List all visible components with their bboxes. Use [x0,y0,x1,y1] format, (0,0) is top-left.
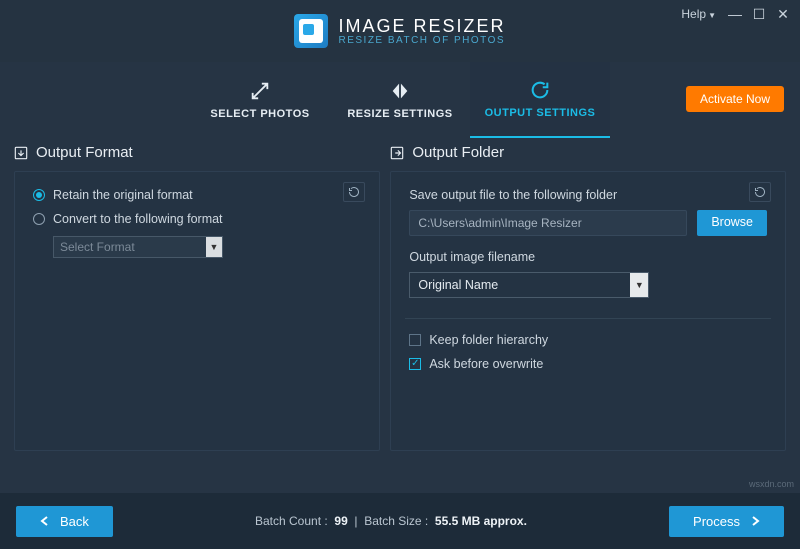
app-title: IMAGE RESIZER [338,16,505,37]
step-tabs: SELECT PHOTOS RESIZE SETTINGS OUTPUT SET… [0,62,800,138]
tab-label: RESIZE SETTINGS [347,108,452,120]
count-value: 99 [334,514,347,528]
format-select[interactable]: Select Format ▼ [53,236,223,258]
output-folder-section: Output Folder Save output file to the fo… [390,142,786,451]
expand-icon [249,80,271,102]
size-label: Batch Size : [364,514,428,528]
radio-icon [33,213,45,225]
panel-title: Output Format [36,144,133,161]
chevron-left-icon [40,516,50,526]
filename-select[interactable]: Original Name ▼ [409,272,649,298]
help-label: Help [681,7,706,21]
back-button[interactable]: Back [16,506,113,537]
checkbox-label: Ask before overwrite [429,357,543,371]
browse-label: Browse [711,215,753,229]
divider [405,318,771,319]
chevron-down-icon: ▼ [708,11,716,20]
panel-heading: Output Folder [390,142,786,171]
browse-button[interactable]: Browse [697,210,767,236]
radio-icon [33,189,45,201]
radio-convert-format[interactable]: Convert to the following format [33,212,361,226]
radio-label: Retain the original format [53,188,193,202]
batch-status: Batch Count : 99 | Batch Size : 55.5 MB … [255,514,527,528]
minimize-button[interactable]: — [724,4,746,24]
reset-format-button[interactable] [343,182,365,202]
checkbox-icon [409,334,421,346]
titlebar: IMAGE RESIZER RESIZE BATCH OF PHOTOS Hel… [0,0,800,62]
chevron-right-icon [750,516,760,526]
main-content: Output Format Retain the original format… [0,142,800,451]
help-menu[interactable]: Help▼ [681,7,716,21]
format-select-value: Select Format [54,237,206,257]
output-format-panel: Retain the original format Convert to th… [14,171,380,451]
close-button[interactable]: ✕ [772,4,794,24]
radio-retain-format[interactable]: Retain the original format [33,188,361,202]
radio-label: Convert to the following format [53,212,223,226]
chevron-down-icon: ▼ [630,273,648,297]
folder-out-icon [390,146,404,160]
watermark: wsxdn.com [749,479,794,489]
checkbox-keep-hierarchy[interactable]: Keep folder hierarchy [409,333,767,347]
refresh-icon [529,79,551,101]
process-button[interactable]: Process [669,506,784,537]
tab-label: OUTPUT SETTINGS [485,107,596,119]
footer-bar: Back Batch Count : 99 | Batch Size : 55.… [0,493,800,549]
maximize-button[interactable]: ☐ [748,4,770,24]
output-path-input[interactable]: C:\Users\admin\Image Resizer [409,210,687,236]
tab-label: SELECT PHOTOS [210,108,309,120]
process-label: Process [693,514,740,529]
activate-label: Activate Now [700,92,770,106]
save-path-label: Save output file to the following folder [409,188,767,202]
back-label: Back [60,514,89,529]
filename-label: Output image filename [409,250,767,264]
tab-output-settings[interactable]: OUTPUT SETTINGS [470,62,610,138]
export-icon [14,146,28,160]
count-label: Batch Count : [255,514,328,528]
chevron-down-icon: ▼ [206,237,222,257]
panel-title: Output Folder [412,144,504,161]
brand: IMAGE RESIZER RESIZE BATCH OF PHOTOS [294,14,505,48]
output-format-section: Output Format Retain the original format… [14,142,380,451]
reset-folder-button[interactable] [749,182,771,202]
checkbox-ask-overwrite[interactable]: Ask before overwrite [409,357,767,371]
filename-select-value: Original Name [410,273,630,297]
app-subtitle: RESIZE BATCH OF PHOTOS [338,35,505,46]
tab-select-photos[interactable]: SELECT PHOTOS [190,62,330,138]
checkbox-icon [409,358,421,370]
size-value: 55.5 MB approx. [435,514,527,528]
panel-heading: Output Format [14,142,380,171]
app-logo-icon [294,14,328,48]
window-controls: Help▼ — ☐ ✕ [681,4,794,24]
tab-resize-settings[interactable]: RESIZE SETTINGS [330,62,470,138]
output-folder-panel: Save output file to the following folder… [390,171,786,451]
checkbox-label: Keep folder hierarchy [429,333,548,347]
undo-icon [754,186,766,198]
activate-button[interactable]: Activate Now [686,86,784,112]
mirror-icon [389,80,411,102]
undo-icon [348,186,360,198]
